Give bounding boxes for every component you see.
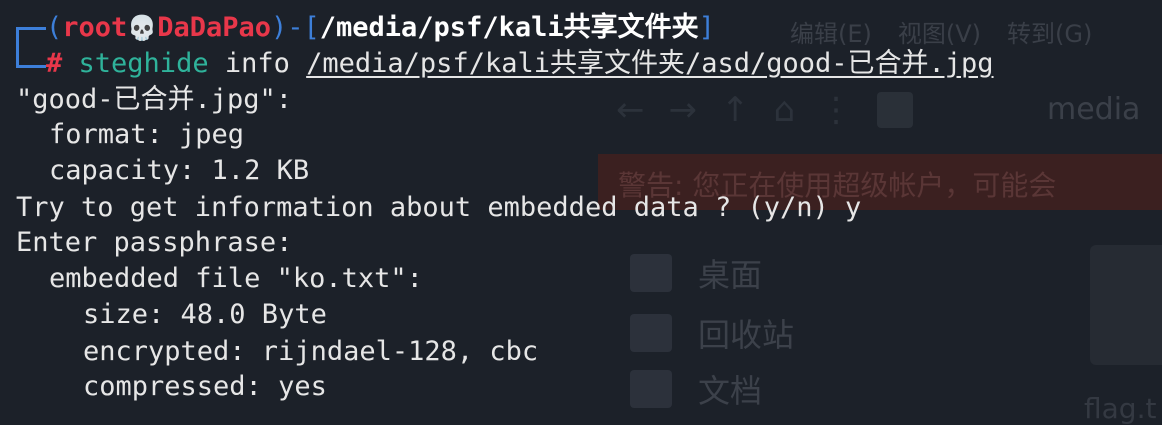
prompt-corner-top — [16, 27, 46, 30]
output-line: compressed: yes — [83, 371, 327, 402]
output-line: Enter passphrase: — [16, 227, 293, 258]
output-line: format: jpeg — [49, 119, 245, 150]
output-line: encrypted: rijndael-128, cbc — [83, 336, 539, 367]
terminal[interactable]: (root💀DaDaPao)-[/media/psf/kali共享文件夹] # … — [0, 0, 1162, 424]
output-line: Try to get information about embedded da… — [16, 192, 862, 223]
command-line: # steghide info /media/psf/kali共享文件夹/asd… — [46, 46, 994, 82]
prompt-line: (root💀DaDaPao)-[/media/psf/kali共享文件夹] — [46, 12, 715, 43]
output-line: embedded file "ko.txt": — [49, 263, 423, 294]
output-line: "good-已合并.jpg": — [16, 84, 293, 115]
command-args: info — [224, 48, 290, 79]
output-line: capacity: 1.2 KB — [49, 155, 310, 186]
prompt-host: DaDaPao — [157, 12, 271, 43]
prompt-corner-bottom — [16, 65, 46, 68]
prompt-cwd: /media/psf/kali共享文件夹 — [319, 12, 699, 43]
skull-icon: 💀 — [127, 14, 158, 42]
command-program: steghide — [78, 48, 209, 79]
output-line: size: 48.0 Byte — [83, 299, 327, 330]
prompt-corner-vertical — [16, 27, 19, 67]
prompt-user: root — [62, 12, 128, 43]
command-path: /media/psf/kali共享文件夹/asd/good-已合并.jpg — [306, 48, 994, 79]
prompt-symbol: # — [46, 48, 63, 79]
